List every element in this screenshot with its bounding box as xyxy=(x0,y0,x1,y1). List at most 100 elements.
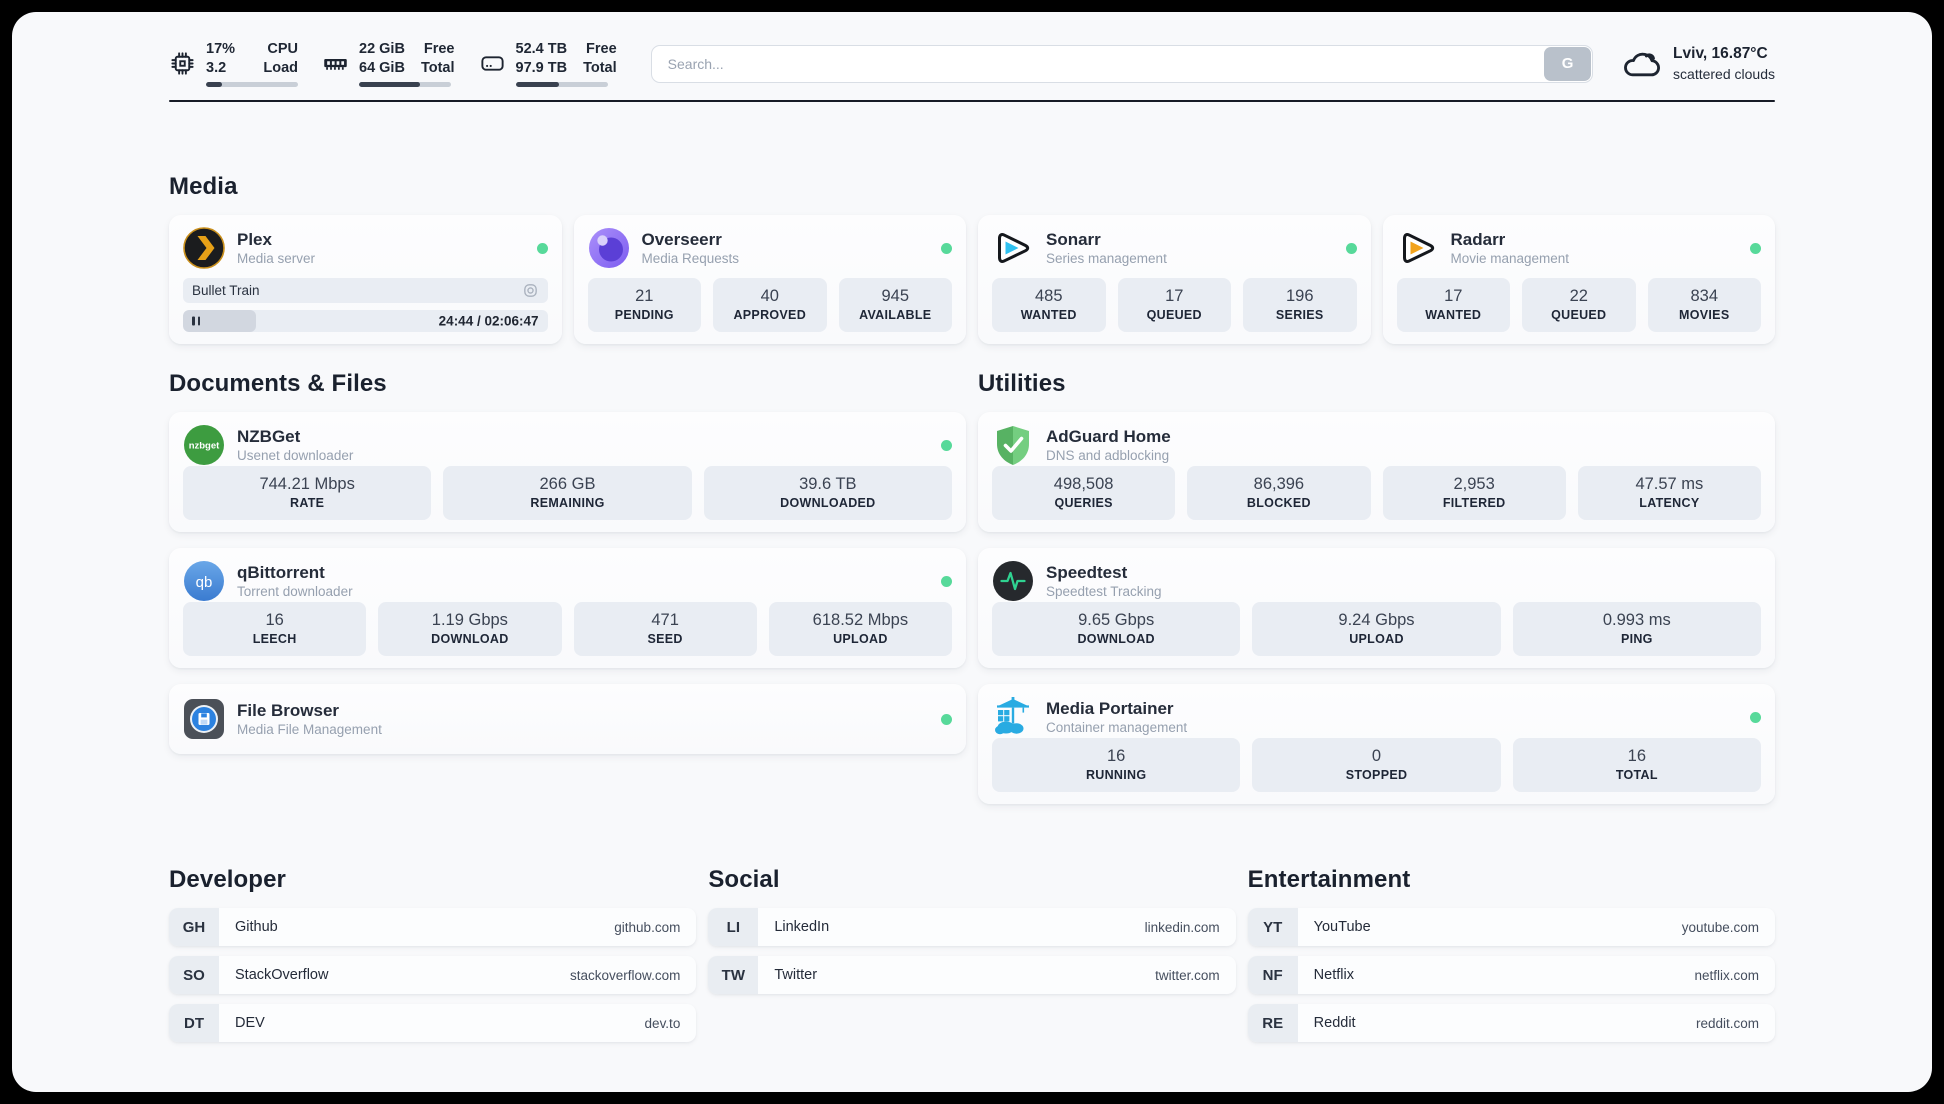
app-card-filebrowser[interactable]: File Browser Media File Management xyxy=(169,684,966,755)
status-dot xyxy=(1750,242,1761,254)
speedtest-pulse-icon xyxy=(993,561,1033,602)
section-title-utilities: Utilities xyxy=(978,370,1066,398)
link-abbr-badge: DT xyxy=(169,1004,219,1043)
storage-free-label: Free xyxy=(586,41,617,57)
stat-leech: 16 LEECH xyxy=(183,602,367,657)
stat-pending: 21 PENDING xyxy=(587,277,701,333)
now-playing-title: Bullet Train xyxy=(192,283,260,299)
app-description: Media File Management xyxy=(237,721,382,737)
cloud-icon xyxy=(1624,52,1661,76)
stat-queued: 22 QUEUED xyxy=(1522,277,1636,333)
link-linkedin[interactable]: LI LinkedIn linkedin.com xyxy=(708,908,1236,947)
qbittorrent-icon: qb xyxy=(184,561,224,602)
section-title-social: Social xyxy=(708,866,780,894)
memory-total-label: Total xyxy=(420,59,455,76)
storage-usage-bar xyxy=(515,82,608,88)
cpu-load-value: 3.2 xyxy=(206,59,227,76)
app-card-radarr[interactable]: Radarr Movie management 17 WANTED 22 QUEUE… xyxy=(1382,215,1775,345)
stat-seed: 471 SEED xyxy=(573,602,757,657)
memory-usage-bar xyxy=(359,82,451,88)
plex-icon xyxy=(183,227,225,269)
weather-location-temp: Lviv, 16.87°C xyxy=(1673,45,1768,63)
link-youtube[interactable]: YT YouTube youtube.com xyxy=(1247,908,1775,947)
stat-available: 945 AVAILABLE xyxy=(838,277,952,333)
links-column-social: Social LI LinkedIn linkedin.com TW Twitt… xyxy=(708,866,1236,995)
adguard-shield-icon xyxy=(997,426,1029,466)
link-abbr-badge: TW xyxy=(708,956,759,995)
header-divider xyxy=(169,100,1775,103)
app-card-adguard[interactable]: AdGuard Home DNS and adblocking 498,508 Q… xyxy=(978,412,1775,533)
stat-latency: 47.57 ms LATENCY xyxy=(1577,466,1761,521)
link-abbr-badge: SO xyxy=(169,956,219,995)
app-name: Sonarr xyxy=(1046,229,1101,249)
app-description: Movie management xyxy=(1450,250,1570,266)
storage-free-value: 52.4 TB xyxy=(515,41,568,57)
links-column-entertainment: Entertainment YT YouTube youtube.com NF … xyxy=(1247,866,1775,1043)
link-abbr-badge: GH xyxy=(169,908,219,947)
now-playing-bar[interactable]: Bullet Train xyxy=(183,278,548,303)
app-description: Media server xyxy=(237,250,316,266)
app-description: DNS and adblocking xyxy=(1046,447,1170,463)
svg-text:qb: qb xyxy=(196,574,213,591)
stat-download: 9.65 Gbps DOWNLOAD xyxy=(992,602,1241,657)
app-name: NZBGet xyxy=(237,426,301,446)
app-card-nzbget[interactable]: nzbget NZBGet Usenet downloader 744.21 M… xyxy=(169,412,966,533)
link-reddit[interactable]: RE Reddit reddit.com xyxy=(1247,1004,1775,1043)
svg-text:nzbget: nzbget xyxy=(189,441,220,452)
filebrowser-icon xyxy=(184,699,224,740)
radarr-icon xyxy=(1402,233,1434,264)
app-name: Speedtest xyxy=(1046,562,1128,582)
stat-filtered: 2,953 FILTERED xyxy=(1382,466,1566,521)
link-netflix[interactable]: NF Netflix netflix.com xyxy=(1247,956,1775,995)
status-dot xyxy=(941,439,952,451)
stat-rate: 744.21 Mbps RATE xyxy=(183,466,432,521)
link-stackoverflow[interactable]: SO StackOverflow stackoverflow.com xyxy=(169,956,697,995)
memory-metric: 22 GiB 64 GiB Free Total xyxy=(322,40,455,88)
stat-wanted: 17 WANTED xyxy=(1396,277,1510,333)
app-card-plex[interactable]: Plex Media server Bullet Train 24:44 / 0… xyxy=(169,215,562,345)
link-abbr-badge: YT xyxy=(1247,908,1298,947)
storage-total-label: Total xyxy=(583,59,617,76)
stat-upload: 618.52 Mbps UPLOAD xyxy=(768,602,952,657)
search-bar: G xyxy=(650,44,1594,83)
app-card-overseerr[interactable]: Overseerr Media Requests 21 PENDING 40 APP… xyxy=(573,215,966,345)
stat-ping: 0.993 ms PING xyxy=(1512,602,1761,657)
stat-download: 1.19 Gbps DOWNLOAD xyxy=(378,602,562,657)
pause-icon xyxy=(192,316,201,326)
app-description: Container management xyxy=(1046,719,1188,735)
memory-free-label: Free xyxy=(423,41,455,57)
app-name: Media Portainer xyxy=(1046,698,1174,718)
app-name: Overseerr xyxy=(641,229,722,249)
app-card-portainer[interactable]: Media Portainer Container management 16 R… xyxy=(978,684,1775,805)
stat-queued: 17 QUEUED xyxy=(1117,277,1231,333)
link-dev-to[interactable]: DT DEV dev.to xyxy=(169,1004,697,1043)
section-title-developer: Developer xyxy=(169,866,286,894)
link-twitter[interactable]: TW Twitter twitter.com xyxy=(708,956,1236,995)
stat-movies: 834 MOVIES xyxy=(1647,277,1761,333)
dashboard-page: 17% 3.2 CPU Load 22 GiB 64 GiB Free Tota… xyxy=(12,12,1932,1092)
storage-total-value: 97.9 TB xyxy=(515,59,568,76)
app-name: Radarr xyxy=(1450,229,1506,249)
app-card-speedtest[interactable]: Speedtest Speedtest Tracking 9.65 Gbps DO… xyxy=(978,548,1775,669)
status-dot xyxy=(1750,711,1761,723)
app-card-qbittorrent[interactable]: qb qBittorrent Torrent downloader 16 LEEC… xyxy=(169,548,966,669)
section-title-media: Media xyxy=(169,173,238,201)
stat-series: 196 SERIES xyxy=(1243,277,1357,333)
memory-free-value: 22 GiB xyxy=(359,41,405,57)
search-engine-button[interactable]: G xyxy=(1544,46,1592,81)
hard-drive-icon xyxy=(480,56,504,71)
app-description: Speedtest Tracking xyxy=(1046,583,1162,599)
link-abbr-badge: RE xyxy=(1247,1004,1298,1043)
overseerr-icon xyxy=(588,228,629,269)
playback-progress-bar[interactable]: 24:44 / 02:06:47 xyxy=(183,309,548,333)
cpu-usage-value: 17% xyxy=(206,41,236,57)
weather-widget[interactable]: Lviv, 16.87°C scattered clouds xyxy=(1621,44,1775,84)
memory-total-value: 64 GiB xyxy=(359,59,405,76)
cpu-label: CPU xyxy=(267,41,298,57)
link-github[interactable]: GH Github github.com xyxy=(169,908,697,947)
stat-downloaded: 39.6 TB DOWNLOADED xyxy=(703,466,952,521)
app-card-sonarr[interactable]: Sonarr Series management 485 WANTED 17 QUE… xyxy=(978,215,1371,345)
cpu-usage-bar xyxy=(206,82,298,88)
media-card-grid: Plex Media server Bullet Train 24:44 / 0… xyxy=(169,215,1775,345)
search-input[interactable] xyxy=(650,44,1594,83)
